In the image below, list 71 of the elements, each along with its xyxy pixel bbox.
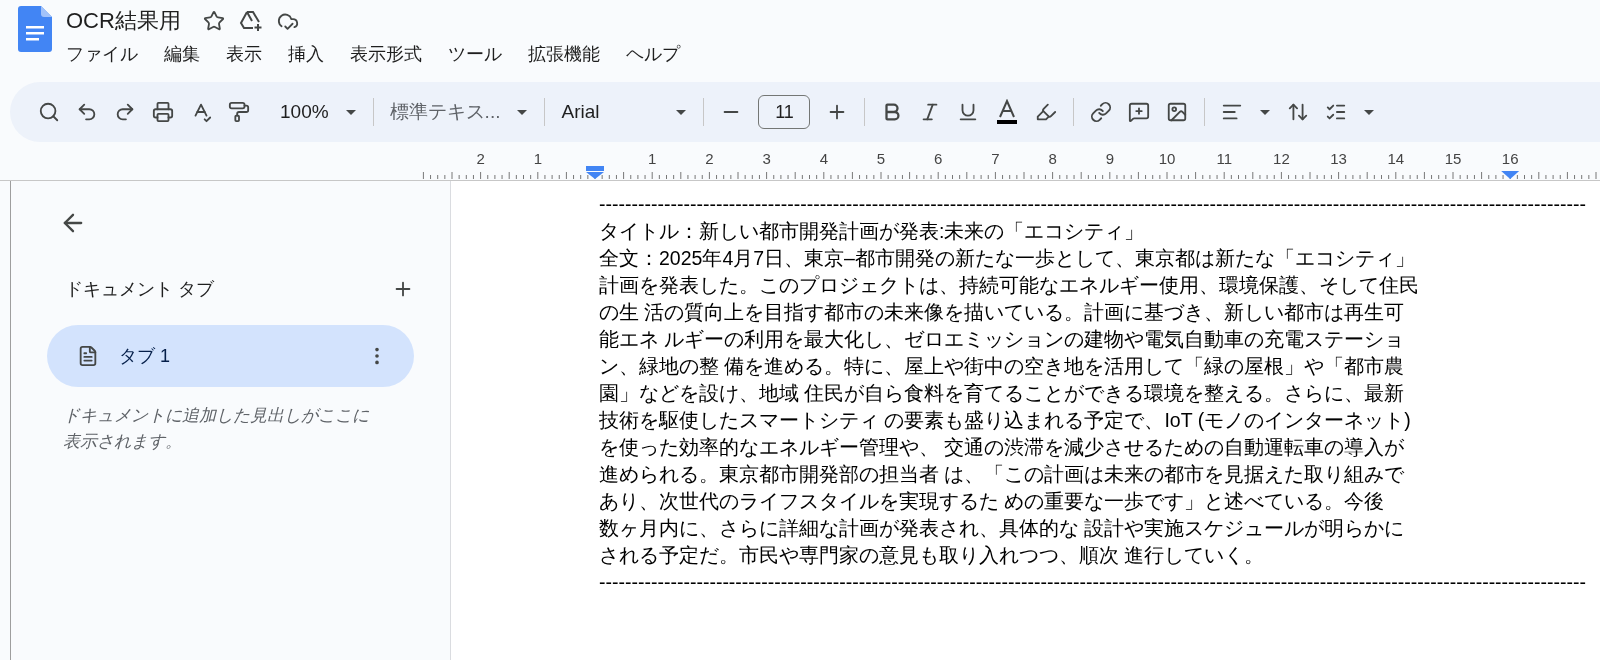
menu-item[interactable]: ツール <box>448 42 502 66</box>
redo-icon[interactable] <box>114 101 136 123</box>
document-line: 全文：2025年4月7日、東京–都市開発の新たな一歩として、東京都は新たな「エコシティ」 <box>599 246 1416 271</box>
font-size-field[interactable]: 11 <box>758 95 811 129</box>
menu-item[interactable]: 挿入 <box>288 42 324 66</box>
caret-icon <box>516 108 529 116</box>
document-line: される予定だ。市民や専門家の意見も取り入れつつ、順次 進行していく。 <box>599 543 1266 568</box>
caret-icon <box>1259 108 1272 116</box>
document-line: 技術を駆使したスマートシティ の要素も盛り込まれる予定で、IoT (モノのインターネット) <box>599 408 1412 433</box>
caret-icon <box>1363 108 1376 116</box>
caret-icon <box>344 108 357 116</box>
font-select[interactable]: Arial <box>561 101 600 123</box>
document-tab[interactable]: タブ 1 <box>47 325 414 387</box>
document-line: 計画を発表した。このプロジェクトは、持続可能なエネルギー使用、環境保護、そして住民 <box>599 273 1420 298</box>
document-line: 数ヶ月内に、さらに詳細な計画が発表され、具体的な 設計や実施スケジュールが明らかに <box>599 516 1406 541</box>
link-icon[interactable] <box>1090 101 1113 123</box>
ruler-number: 14 <box>1387 150 1405 167</box>
menu-item[interactable]: 拡張機能 <box>528 42 600 66</box>
ruler-number: 10 <box>1158 150 1176 167</box>
ruler-number: 15 <box>1444 150 1462 167</box>
menu-item[interactable]: ファイル <box>66 42 138 66</box>
ruler-number: 1 <box>533 150 542 167</box>
zoom-select[interactable]: 100% <box>280 101 329 123</box>
right-indent-marker[interactable] <box>1501 171 1520 179</box>
ruler-number: 16 <box>1501 150 1519 167</box>
ruler-number: 9 <box>1105 150 1114 167</box>
document-line: タイトル：新しい都市開発計画が発表:未来の「エコシティ」 <box>599 219 1146 244</box>
menu-item[interactable]: ヘルプ <box>626 42 680 66</box>
ruler-number: 2 <box>705 150 714 167</box>
document-line: 園」などを設け、地域 住民が自ら食料を育てることができる環境を整える。さらに、最新 <box>599 381 1406 406</box>
star-icon[interactable] <box>202 10 225 32</box>
document-line: を使った効率的なエネルギー管理や、 交通の渋滞を減少させるための自動運転車の導入が <box>599 435 1406 460</box>
text-color-icon[interactable] <box>995 99 1020 125</box>
ruler-number: 8 <box>1048 150 1057 167</box>
hint-text: ドキュメントに追加した見出しがここに表示されます。 <box>63 405 370 453</box>
indent-marker[interactable] <box>586 166 604 179</box>
ruler-number: 13 <box>1330 150 1347 167</box>
docs-logo-icon[interactable] <box>18 6 52 52</box>
ruler-number: 1 <box>648 150 657 167</box>
ruler-number: 11 <box>1216 150 1232 167</box>
menu-item[interactable]: 表示形式 <box>350 42 422 66</box>
paint-roller-icon[interactable] <box>228 101 250 123</box>
ruler-number: 2 <box>476 150 485 167</box>
comment-icon[interactable] <box>1128 101 1151 123</box>
drive-add-icon[interactable] <box>238 10 263 32</box>
style-select[interactable]: 標準テキス... <box>389 99 501 125</box>
ruler-number: 5 <box>876 150 886 167</box>
document-icon[interactable] <box>77 345 99 367</box>
image-icon[interactable] <box>1166 101 1189 123</box>
document-title[interactable]: OCR結果用 <box>66 6 181 36</box>
print-icon[interactable] <box>152 101 174 123</box>
document-line: あり、次世代のライフスタイルを実現するた めの重要な一歩です」と述べている。今後 <box>599 489 1386 514</box>
ruler-number: 7 <box>991 150 1000 167</box>
menu-item[interactable]: 編集 <box>164 42 200 66</box>
document-line: の生 活の質向上を目指す都市の未来像を描いている。計画に基づき、新しい都市は再生可 <box>599 300 1406 325</box>
ruler-number: 12 <box>1273 150 1290 167</box>
sidebar-heading: ドキュメント タブ <box>65 278 214 301</box>
ruler-number: 4 <box>819 150 828 167</box>
ruler-number: 6 <box>934 150 943 167</box>
document-line: -------------------------------------------------------------------------------------------------------------------------------------------------------- <box>599 192 1588 217</box>
line-spacing-icon[interactable] <box>1287 101 1310 123</box>
document-line: -------------------------------------------------------------------------------------------------------------------------------------------------------- <box>599 570 1588 595</box>
document-line: 能エネ ルギーの利用を最大化し、ゼロエミッションの建物や電気自動車の充電ステーショ <box>599 327 1406 352</box>
undo-icon[interactable] <box>76 101 98 123</box>
ruler-number: 3 <box>762 150 771 167</box>
search-icon[interactable] <box>38 101 60 123</box>
menu-item[interactable]: 表示 <box>226 42 262 66</box>
document-line: ン、緑地の整 備を進める。特に、屋上や街中の空き地を活用して「緑の屋根」や「都市農 <box>599 354 1406 379</box>
document-line: 進められる。東京都市開発部の担当者 は、「この計画は未来の都市を見据えた取り組みで <box>599 462 1406 487</box>
caret-icon <box>675 108 688 116</box>
highlighter-icon[interactable] <box>1035 101 1058 123</box>
